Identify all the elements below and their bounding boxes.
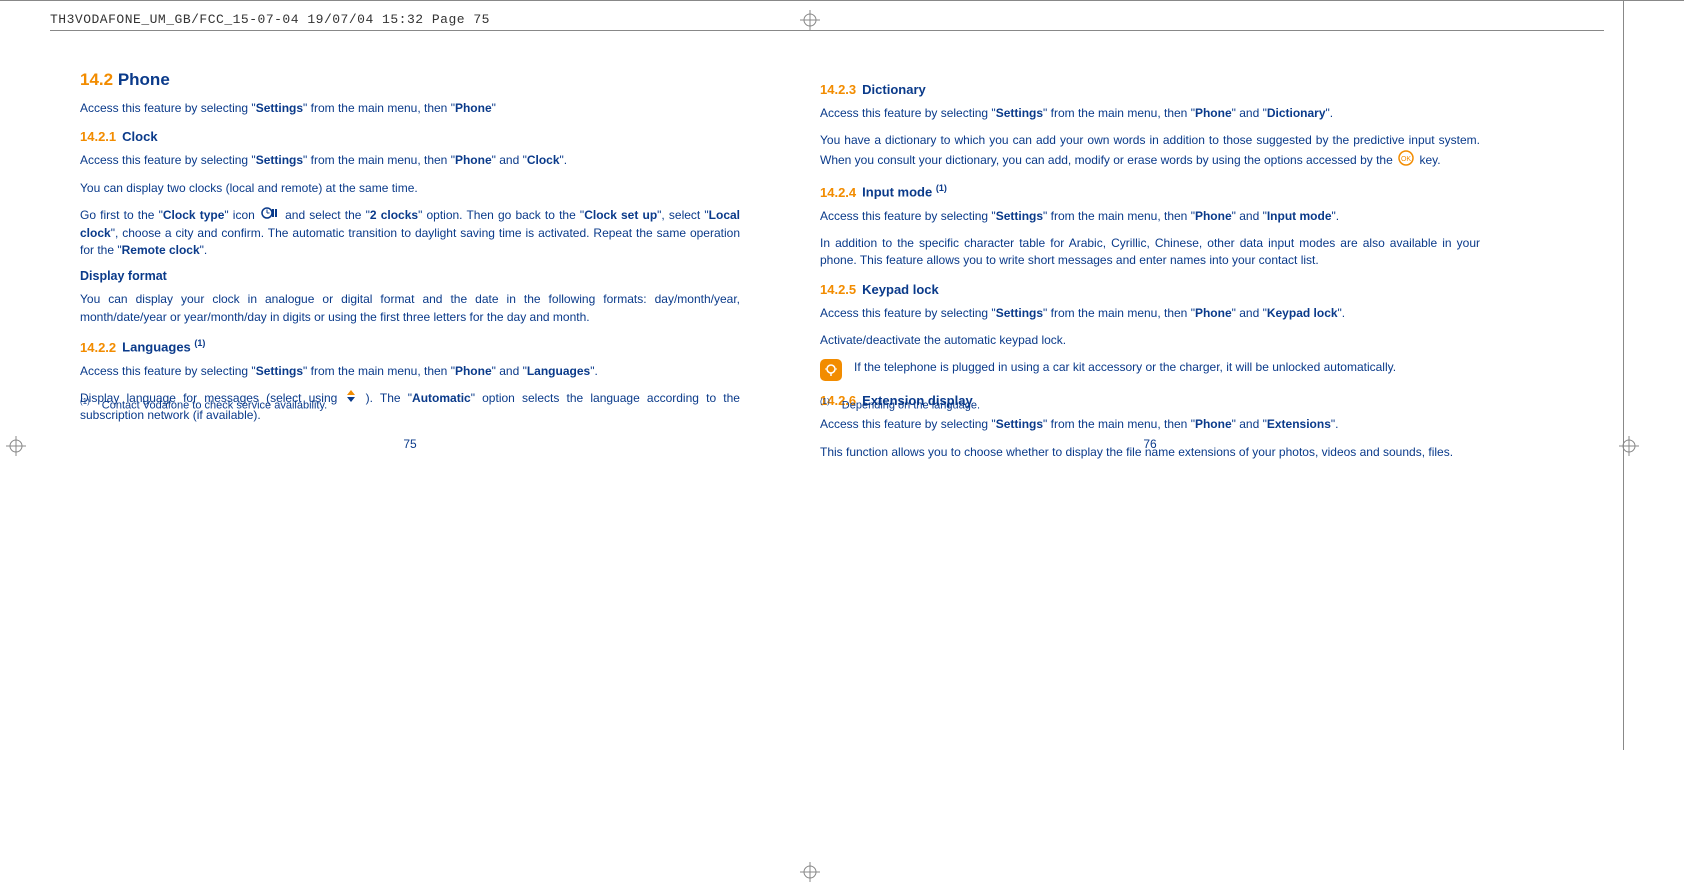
input-mode-desc-paragraph: In addition to the specific character ta… bbox=[820, 235, 1480, 270]
header-text: TH3VODAFONE_UM_GB/FCC_15-07-04 19/07/04 … bbox=[50, 12, 490, 27]
tip-text: If the telephone is plugged in using a c… bbox=[854, 359, 1480, 376]
page-number-right: 76 bbox=[820, 437, 1480, 451]
subheading-keypad-lock: 14.2.5Keypad lock bbox=[820, 282, 1480, 297]
subheading-languages: 14.2.2Languages (1) bbox=[80, 338, 740, 354]
svg-text:OK: OK bbox=[1401, 156, 1411, 163]
section-title: Phone bbox=[118, 70, 170, 89]
languages-access-paragraph: Access this feature by selecting "Settin… bbox=[80, 363, 740, 380]
intro-paragraph: Access this feature by selecting "Settin… bbox=[80, 100, 740, 117]
ok-key-icon: OK bbox=[1398, 150, 1414, 171]
page-76: 14.2.3Dictionary Access this feature by … bbox=[820, 70, 1480, 471]
subheading-clock: 14.2.1Clock bbox=[80, 129, 740, 144]
subheading-dictionary: 14.2.3Dictionary bbox=[820, 82, 1480, 97]
input-mode-access-paragraph: Access this feature by selecting "Settin… bbox=[820, 208, 1480, 225]
lightbulb-icon bbox=[820, 359, 842, 381]
clock-two-clocks-paragraph: You can display two clocks (local and re… bbox=[80, 180, 740, 197]
clock-access-paragraph: Access this feature by selecting "Settin… bbox=[80, 152, 740, 169]
keypad-access-paragraph: Access this feature by selecting "Settin… bbox=[820, 305, 1480, 322]
registration-mark-top bbox=[800, 10, 820, 30]
subheading-input-mode: 14.2.4Input mode (1) bbox=[820, 183, 1480, 199]
registration-mark-bottom bbox=[800, 862, 820, 882]
keypad-desc-paragraph: Activate/deactivate the automatic keypad… bbox=[820, 332, 1480, 349]
dictionary-desc-paragraph: You have a dictionary to which you can a… bbox=[820, 132, 1480, 171]
page-number-left: 75 bbox=[80, 437, 740, 451]
display-format-paragraph: You can display your clock in analogue o… bbox=[80, 291, 740, 326]
dictionary-access-paragraph: Access this feature by selecting "Settin… bbox=[820, 105, 1480, 122]
registration-mark-left bbox=[6, 436, 26, 456]
extension-access-paragraph: Access this feature by selecting "Settin… bbox=[820, 416, 1480, 433]
display-format-heading: Display format bbox=[80, 269, 740, 283]
clock-setup-paragraph: Go first to the "Clock type" icon and se… bbox=[80, 207, 740, 259]
footnote-right: (1)Depending on the language. bbox=[820, 397, 980, 412]
registration-mark-right bbox=[1619, 436, 1639, 456]
tip-block: If the telephone is plugged in using a c… bbox=[820, 359, 1480, 381]
clock-type-icon bbox=[261, 207, 279, 224]
page-75: 14.2 Phone Access this feature by select… bbox=[80, 70, 740, 471]
right-crop-rule bbox=[1623, 0, 1624, 750]
footnote-left: (1)Contact Vodafone to check service ava… bbox=[80, 397, 327, 412]
section-number: 14.2 bbox=[80, 70, 113, 89]
section-heading: 14.2 Phone bbox=[80, 70, 740, 90]
print-header: TH3VODAFONE_UM_GB/FCC_15-07-04 19/07/04 … bbox=[50, 8, 1604, 30]
updown-arrow-icon bbox=[346, 390, 356, 407]
